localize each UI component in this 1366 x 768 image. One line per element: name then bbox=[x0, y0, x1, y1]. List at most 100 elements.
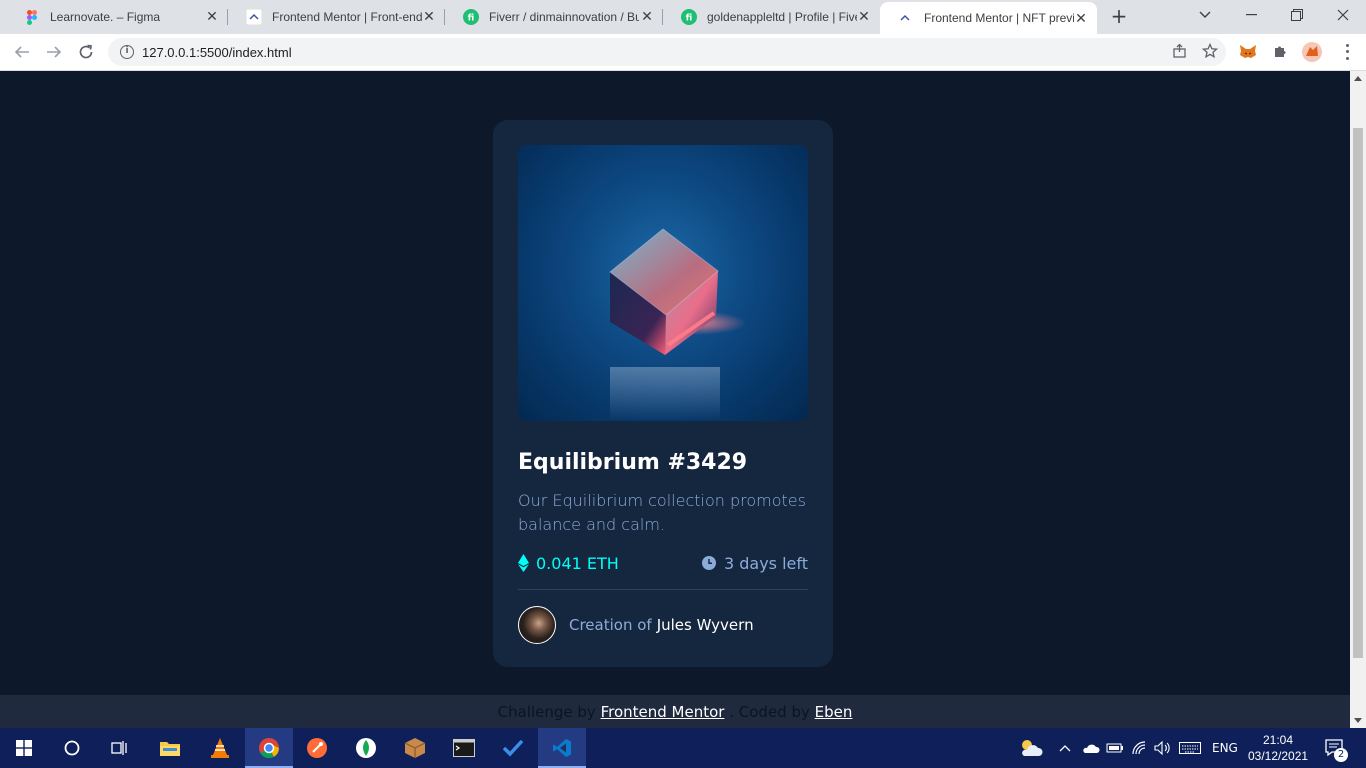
minimize-icon bbox=[1245, 14, 1257, 16]
tab-search-button[interactable] bbox=[1182, 0, 1228, 30]
windows-logo-icon bbox=[16, 740, 32, 756]
fiverr-icon: fi bbox=[463, 9, 479, 25]
vlc-button[interactable] bbox=[196, 728, 244, 768]
close-icon bbox=[1337, 9, 1349, 21]
site-info-icon[interactable]: i bbox=[120, 45, 134, 59]
task-view-icon bbox=[111, 741, 127, 755]
nft-image[interactable] bbox=[518, 145, 808, 421]
price-info: 0.041 ETH bbox=[518, 554, 619, 573]
vscode-taskbar-button[interactable] bbox=[538, 728, 586, 768]
chevron-down-icon bbox=[1199, 11, 1211, 18]
share-icon[interactable] bbox=[1172, 43, 1188, 59]
onedrive-cloud-icon[interactable] bbox=[1082, 728, 1100, 768]
back-arrow-icon bbox=[14, 46, 29, 58]
wifi-icon[interactable] bbox=[1131, 728, 1147, 768]
price-value: 0.041 ETH bbox=[536, 553, 619, 573]
terminal-icon bbox=[453, 739, 475, 757]
tab-title: goldenappleltd | Profile | Five bbox=[707, 10, 857, 24]
forward-button[interactable] bbox=[42, 40, 66, 64]
tab-close-icon[interactable]: ✕ bbox=[639, 9, 655, 25]
taskbar-clock[interactable]: 21:04 03/12/2021 bbox=[1248, 732, 1308, 764]
clock-time: 21:04 bbox=[1262, 733, 1294, 747]
nft-description: Our Equilibrium collection promotes bala… bbox=[518, 491, 806, 534]
mongodb-icon bbox=[356, 738, 376, 758]
tab-close-icon[interactable]: ✕ bbox=[1073, 11, 1089, 27]
file-explorer-button[interactable] bbox=[146, 728, 194, 768]
search-button[interactable] bbox=[48, 728, 96, 768]
page-scrollbar[interactable] bbox=[1350, 71, 1366, 728]
tab-figma[interactable]: Learnovate. – Figma ✕ bbox=[6, 0, 228, 34]
bookmark-star-icon[interactable] bbox=[1202, 43, 1218, 59]
tab-title: Frontend Mentor | Front-end bbox=[272, 10, 422, 24]
chrome-taskbar-button[interactable] bbox=[245, 728, 293, 768]
tray-overflow-chevron-icon[interactable] bbox=[1059, 728, 1071, 768]
browser-tab-strip: Learnovate. – Figma ✕ Frontend Mentor | … bbox=[0, 0, 1366, 34]
tab-fiverr-goldenapple[interactable]: fi goldenappleltd | Profile | Five ✕ bbox=[663, 0, 880, 34]
tab-frontend-mentor[interactable]: Frontend Mentor | Front-end ✕ bbox=[228, 0, 445, 34]
postman-button[interactable] bbox=[293, 728, 341, 768]
new-tab-button[interactable]: + bbox=[1108, 6, 1130, 28]
tab-close-icon[interactable]: ✕ bbox=[856, 9, 872, 25]
restore-button[interactable] bbox=[1274, 0, 1320, 30]
vscode-icon bbox=[553, 739, 571, 757]
back-button[interactable] bbox=[10, 40, 34, 64]
extensions-puzzle-icon[interactable] bbox=[1270, 42, 1290, 62]
tab-title: Frontend Mentor | NFT previ bbox=[924, 11, 1074, 25]
battery-icon[interactable] bbox=[1106, 728, 1124, 768]
tab-close-icon[interactable]: ✕ bbox=[421, 9, 437, 25]
package-app-button[interactable] bbox=[391, 728, 439, 768]
restore-icon bbox=[1291, 9, 1303, 21]
address-bar[interactable]: i 127.0.0.1:5500/index.html bbox=[108, 38, 1226, 66]
attribution-middle: . Coded by bbox=[729, 703, 810, 721]
terminal-button[interactable] bbox=[440, 728, 488, 768]
fiverr-icon: fi bbox=[681, 9, 697, 25]
frontend-mentor-link[interactable]: Frontend Mentor bbox=[601, 703, 725, 721]
folder-icon bbox=[160, 742, 180, 756]
tab-nft-preview[interactable]: Frontend Mentor | NFT previ ✕ bbox=[880, 2, 1097, 34]
chrome-icon bbox=[259, 738, 280, 759]
close-window-button[interactable] bbox=[1320, 0, 1366, 30]
creator-avatar bbox=[518, 606, 556, 644]
forward-arrow-icon bbox=[47, 46, 62, 58]
reload-icon bbox=[79, 44, 93, 59]
keyboard-icon[interactable] bbox=[1179, 728, 1201, 768]
checkmark-icon bbox=[502, 739, 524, 757]
start-button[interactable] bbox=[0, 728, 48, 768]
profile-avatar-icon[interactable] bbox=[1302, 42, 1322, 62]
postman-icon bbox=[307, 738, 327, 758]
mongodb-compass-button[interactable] bbox=[342, 728, 390, 768]
notification-count-badge: 2 bbox=[1334, 748, 1348, 762]
scrollbar-thumb[interactable] bbox=[1353, 128, 1363, 658]
clock-icon bbox=[701, 556, 716, 570]
card-divider bbox=[518, 589, 808, 590]
attribution-prefix: Challenge by bbox=[497, 703, 596, 721]
volume-icon[interactable] bbox=[1154, 728, 1172, 768]
creator-prefix: Creation of bbox=[569, 616, 652, 634]
notification-center-button[interactable]: 2 bbox=[1324, 728, 1348, 768]
nft-meta-row: 0.041 ETH 3 days left bbox=[518, 551, 808, 575]
weather-icon[interactable] bbox=[1018, 728, 1044, 768]
minimize-button[interactable] bbox=[1228, 0, 1274, 30]
author-link[interactable]: Eben bbox=[815, 703, 853, 721]
nft-title[interactable]: Equilibrium #3429 bbox=[518, 450, 808, 475]
creator-name-link[interactable]: Jules Wyvern bbox=[657, 616, 754, 634]
tab-title: Learnovate. – Figma bbox=[50, 10, 161, 24]
tab-title: Fiverr / dinmainnovation / Bu bbox=[489, 10, 639, 24]
browser-menu-button[interactable] bbox=[1342, 42, 1352, 62]
cortana-circle-icon bbox=[64, 740, 80, 756]
url-text: 127.0.0.1:5500/index.html bbox=[142, 44, 292, 60]
metamask-icon[interactable] bbox=[1238, 42, 1258, 62]
language-indicator[interactable]: ENG bbox=[1212, 728, 1238, 768]
creator-row: Creation of Jules Wyvern bbox=[518, 606, 808, 644]
attribution-footer: Challenge by Frontend Mentor . Coded by … bbox=[0, 695, 1350, 728]
equilibrium-cube-image bbox=[609, 228, 746, 421]
scroll-down-icon[interactable] bbox=[1354, 718, 1362, 723]
tab-close-icon[interactable]: ✕ bbox=[204, 9, 220, 25]
scroll-up-icon[interactable] bbox=[1354, 76, 1362, 81]
package-box-icon bbox=[404, 738, 426, 758]
tab-fiverr-dinmain[interactable]: fi Fiverr / dinmainnovation / Bu ✕ bbox=[445, 0, 663, 34]
todo-button[interactable] bbox=[489, 728, 537, 768]
nft-card: Equilibrium #3429 Our Equilibrium collec… bbox=[493, 120, 833, 667]
reload-button[interactable] bbox=[74, 40, 98, 64]
task-view-button[interactable] bbox=[96, 728, 144, 768]
